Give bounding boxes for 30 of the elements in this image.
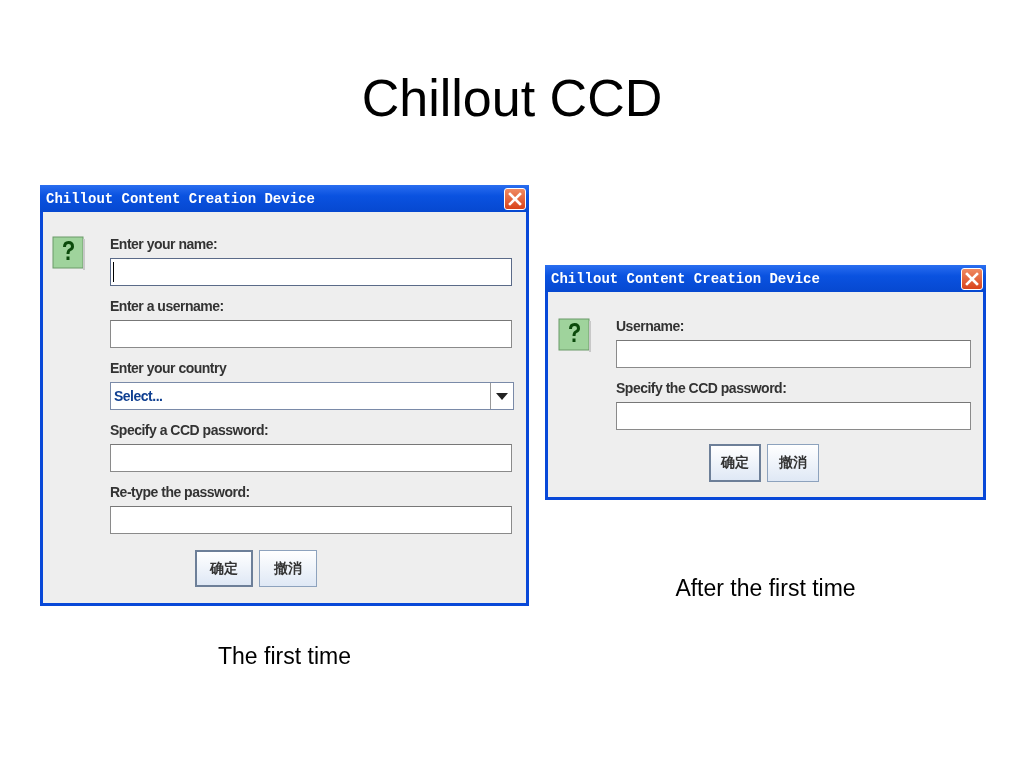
window-title: Chillout Content Creation Device <box>551 270 820 287</box>
question-icon <box>52 236 86 271</box>
field-label: Re-type the password: <box>110 484 251 500</box>
country-dropdown[interactable]: Select... <box>110 382 514 410</box>
dropdown-arrow-icon <box>496 392 508 400</box>
text-field[interactable] <box>110 506 512 534</box>
dialog-button[interactable]: 确定 <box>195 550 253 587</box>
text-field[interactable] <box>110 444 512 472</box>
text-field[interactable] <box>110 320 512 348</box>
close-icon <box>965 271 979 286</box>
dialog-button[interactable]: 确定 <box>708 444 761 482</box>
window-title: Chillout Content Creation Device <box>46 190 315 207</box>
dialog-button[interactable]: 撤消 <box>259 550 317 587</box>
text-field[interactable] <box>110 258 512 286</box>
close-button[interactable] <box>961 267 983 290</box>
close-icon <box>508 191 522 206</box>
question-icon <box>558 318 592 353</box>
field-label: Enter a username: <box>110 298 225 314</box>
dialog-button[interactable]: 撤消 <box>766 444 819 482</box>
close-button[interactable] <box>504 187 526 210</box>
field-label: Enter your name: <box>110 236 219 252</box>
slide-title: Chillout CCD <box>360 68 664 129</box>
caption: After the first time <box>675 574 856 602</box>
field-label: Specify a CCD password: <box>110 422 270 438</box>
field-label: Specify the CCD password: <box>616 380 788 396</box>
field-label: Username: <box>616 318 685 334</box>
caption: The first time <box>218 642 351 670</box>
field-label: Enter your country <box>110 360 228 376</box>
text-field[interactable] <box>616 340 971 368</box>
text-field[interactable] <box>616 402 971 430</box>
